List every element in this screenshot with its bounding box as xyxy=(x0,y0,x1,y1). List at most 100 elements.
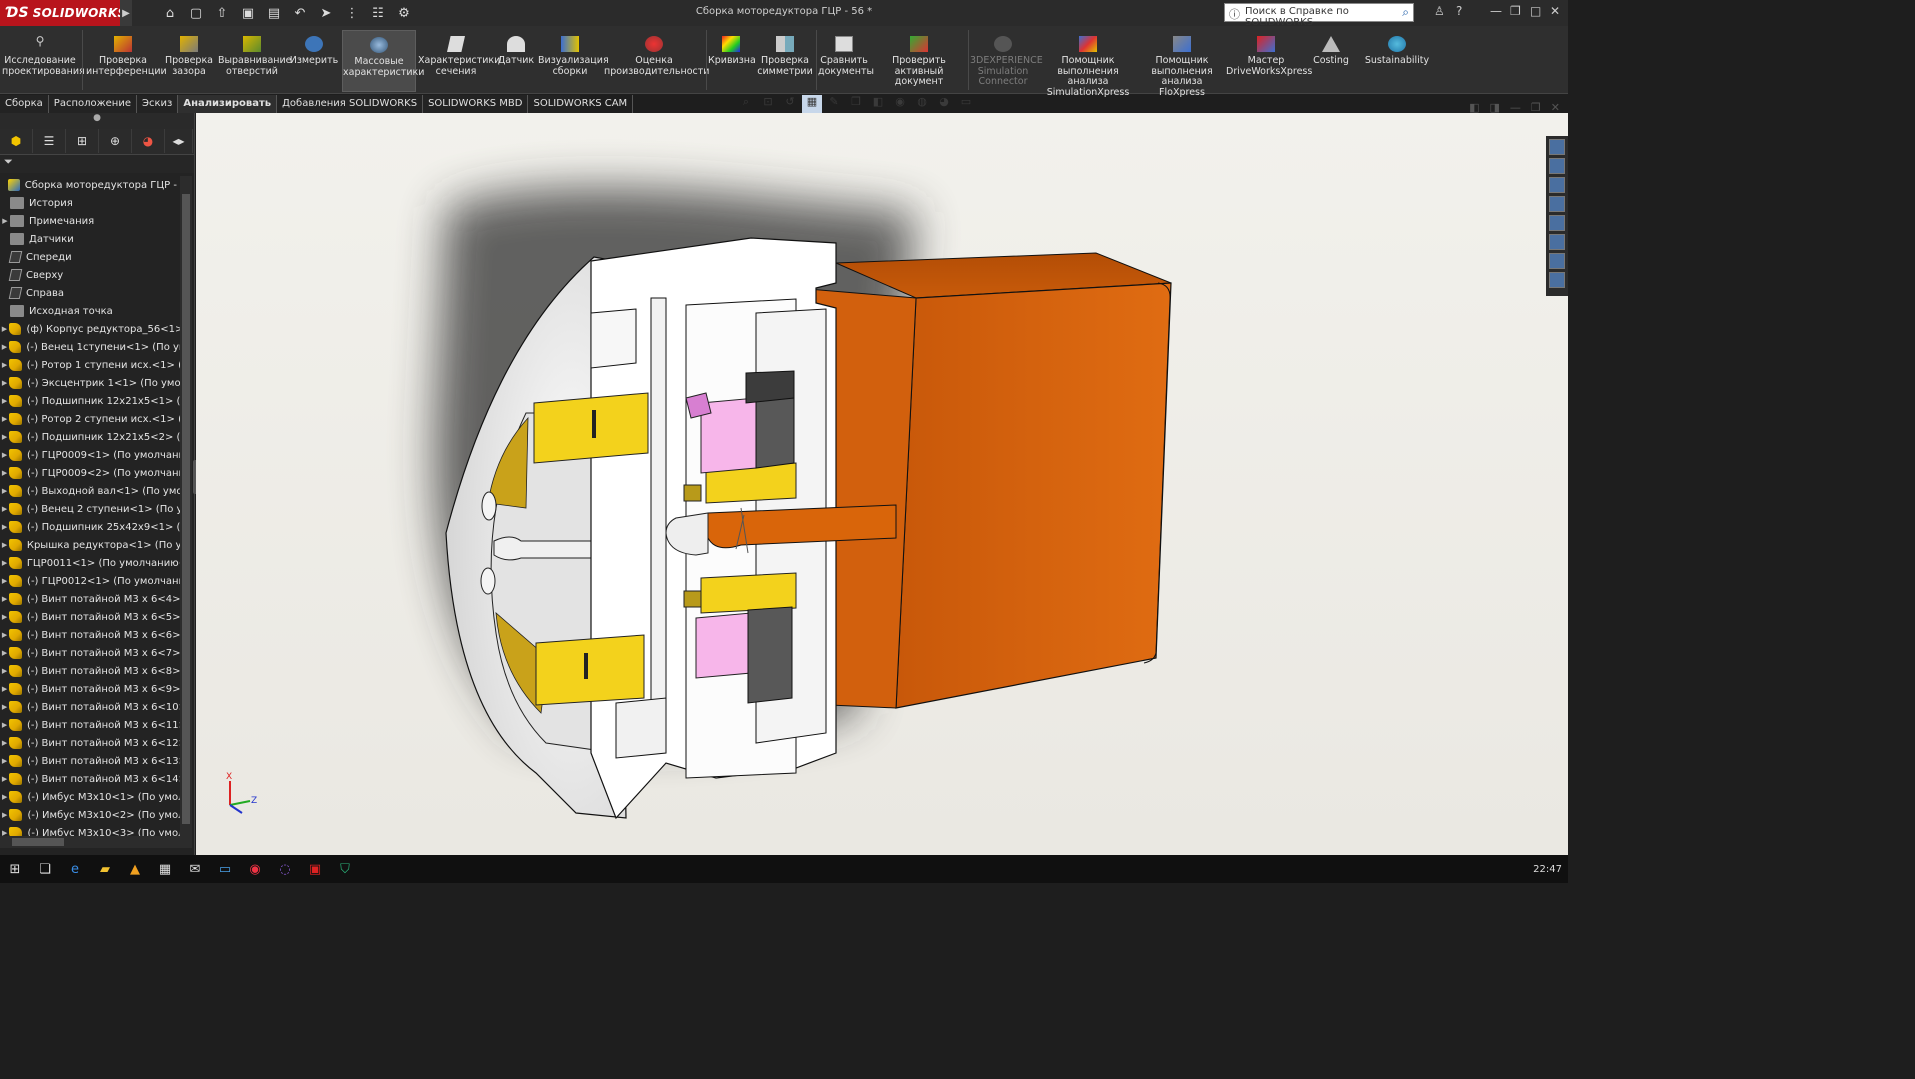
hide-show-items-icon[interactable]: ◉ xyxy=(890,95,910,113)
user-icon[interactable]: ♙ xyxy=(1434,4,1445,18)
cmd-assembly-visualization[interactable]: Визуализация сборки xyxy=(538,30,609,92)
tab-solidworks-addins[interactable]: Добавления SOLIDWORKS xyxy=(277,95,424,113)
cmd-symmetry-check[interactable]: Проверка симметрии xyxy=(756,30,814,92)
expand-arrow-icon[interactable]: ▶ xyxy=(0,595,9,603)
options-gear-icon[interactable]: ⚙ xyxy=(394,6,414,21)
expand-arrow-icon[interactable]: ▶ xyxy=(0,631,9,639)
minimize-window-icon[interactable]: — xyxy=(1490,4,1502,18)
tree-item[interactable]: ▶ (-) Ротор 2 ступени исх.<1> (По xyxy=(0,410,180,428)
motor-body[interactable] xyxy=(785,252,1172,709)
print-icon[interactable]: ▤ xyxy=(264,6,284,21)
doc-next-icon[interactable]: ◨ xyxy=(1490,101,1500,114)
tree-item[interactable]: ▶ (-) Винт потайной М3 х 6<5> (П xyxy=(0,608,180,626)
expand-arrow-icon[interactable]: ▶ xyxy=(0,793,9,801)
tree-item[interactable]: ▶ (-) Винт потайной М3 х 6<4> (П xyxy=(0,590,180,608)
undo-icon[interactable]: ↶ xyxy=(290,6,310,21)
tree-item[interactable]: История xyxy=(0,194,180,212)
expand-arrow-icon[interactable]: ▶ xyxy=(0,757,9,765)
expand-arrow-icon[interactable]: ▶ xyxy=(0,487,9,495)
tree-horizontal-scrollbar[interactable] xyxy=(0,836,192,848)
solidworks-taskbar-icon[interactable]: ▣ xyxy=(300,855,330,883)
tree-item[interactable]: ▶ (-) ГЦР0009<1> (По умолчанию xyxy=(0,446,180,464)
scrollbar-thumb[interactable] xyxy=(182,194,190,824)
close-window-icon[interactable]: ✕ xyxy=(1550,4,1560,18)
help-question-icon[interactable]: ? xyxy=(1456,4,1462,18)
tree-item[interactable]: ▶ (-) Подшипник 12x21x5<2> (По xyxy=(0,428,180,446)
task-view-icon[interactable]: ❏ xyxy=(30,855,60,883)
expand-arrow-icon[interactable]: ▶ xyxy=(0,703,9,711)
cmd-simulationxpress[interactable]: Помощник выполнения анализа SimulationXp… xyxy=(1038,30,1138,97)
expand-arrow-icon[interactable]: ▶ xyxy=(0,685,9,693)
display-style-icon[interactable]: ◧ xyxy=(868,95,888,113)
cmd-performance-evaluation[interactable]: Оценка производительности xyxy=(604,30,709,92)
tree-item[interactable]: ▶ Примечания xyxy=(0,212,180,230)
zoom-to-area-icon[interactable]: ⊡ xyxy=(758,95,778,113)
previous-view-icon[interactable]: ↺ xyxy=(780,95,800,113)
tree-item[interactable]: ▶ (-) Винт потайной М3 х 6<6> (П xyxy=(0,626,180,644)
tree-item[interactable]: ▶ (-) Венец 1ступени<1> (По умол xyxy=(0,338,180,356)
avast-icon[interactable]: ▲ xyxy=(120,855,150,883)
edit-appearance-icon[interactable]: ◍ xyxy=(912,95,932,113)
tree-item[interactable]: Датчики xyxy=(0,230,180,248)
expand-arrow-icon[interactable]: ▶ xyxy=(0,433,9,441)
tree-item[interactable]: ▶ (-) Винт потайной М3 х 6<13> ( xyxy=(0,752,180,770)
expand-arrow-icon[interactable]: ▶ xyxy=(0,541,9,549)
help-search-input[interactable]: ⓘ Поиск в Справке по SOLIDWORKS ⌕ xyxy=(1224,3,1414,28)
tree-item[interactable]: ▶ (-) Винт потайной М3 х 6<7> (П xyxy=(0,644,180,662)
expand-arrow-icon[interactable]: ▶ xyxy=(0,649,9,657)
cmd-measure[interactable]: Измерить xyxy=(288,30,340,92)
apply-scene-icon[interactable]: ◕ xyxy=(934,95,954,113)
calculator-icon[interactable]: ▦ xyxy=(150,855,180,883)
tab-solidworks-mbd[interactable]: SOLIDWORKS MBD xyxy=(423,95,529,113)
solidworks-logo[interactable]: ƊS SOLIDWORKS xyxy=(0,0,126,26)
tree-item[interactable]: ▶ (-) Эксцентрик 1<1> (По умолч xyxy=(0,374,180,392)
open-icon[interactable]: ⇧ xyxy=(212,6,232,21)
tab-layout[interactable]: Расположение xyxy=(49,95,137,113)
maximize-window-icon[interactable]: □ xyxy=(1530,4,1541,18)
tree-item[interactable]: ▶ (-) Винт потайной М3 х 6<11> ( xyxy=(0,716,180,734)
cmd-sensor[interactable]: Датчик xyxy=(496,30,536,92)
expand-arrow-icon[interactable]: ▶ xyxy=(0,721,9,729)
tab-solidworks-cam[interactable]: SOLIDWORKS CAM xyxy=(528,95,634,113)
tree-item[interactable]: ▶ (-) Ротор 1 ступени исх.<1> (По xyxy=(0,356,180,374)
cmd-costing[interactable]: Costing xyxy=(1308,30,1354,92)
property-manager-tab-icon[interactable]: ☰ xyxy=(33,129,66,153)
cmd-design-study[interactable]: ⚲ Исследование проектирования xyxy=(2,30,85,92)
tree-item[interactable]: ▶ (-) Винт потайной М3 х 6<8> (П xyxy=(0,662,180,680)
tree-item[interactable]: Спереди xyxy=(0,248,180,266)
expand-arrow-icon[interactable]: ▶ xyxy=(0,325,9,333)
tab-evaluate[interactable]: Анализировать xyxy=(178,95,278,113)
tree-root-assembly[interactable]: Сборка моторедуктора ГЦР - 56 (По xyxy=(0,176,180,194)
cmd-curvature[interactable]: Кривизна xyxy=(708,30,756,92)
expand-arrow-icon[interactable]: ▶ xyxy=(0,829,9,836)
tree-item[interactable]: ▶ (-) Выходной вал<1> (По умолч xyxy=(0,482,180,500)
expand-arrow-icon[interactable]: ▶ xyxy=(0,577,9,585)
cmd-3dexperience-connector[interactable]: 3DEXPERIENCE Simulation Connector xyxy=(970,30,1043,92)
home-icon[interactable]: ⌂ xyxy=(160,6,180,21)
expand-arrow-icon[interactable]: ▶ xyxy=(0,667,9,675)
tree-item[interactable]: ▶ (-) Венец 2 ступени<1> (По умо xyxy=(0,500,180,518)
start-icon[interactable]: ⊞ xyxy=(0,855,30,883)
solidworks-forum-icon[interactable] xyxy=(1549,253,1565,269)
doc-prev-icon[interactable]: ◧ xyxy=(1469,101,1479,114)
tab-sketch[interactable]: Эскиз xyxy=(137,95,179,113)
expand-arrow-icon[interactable]: ▶ xyxy=(0,523,9,531)
remote-desktop-icon[interactable]: ▭ xyxy=(210,855,240,883)
more-tabs-icon[interactable]: ◂▸ xyxy=(165,129,193,153)
tree-item[interactable]: ▶ ГЦР0011<1> (По умолчанию<< xyxy=(0,554,180,572)
appearances-icon[interactable] xyxy=(1549,215,1565,231)
model-view[interactable]: X Z xyxy=(196,113,1568,855)
solidworks-resources-icon[interactable] xyxy=(1549,139,1565,155)
tree-item[interactable]: ▶ (-) Подшипник 25x42x9<1> (По xyxy=(0,518,180,536)
expand-arrow-icon[interactable]: ▶ xyxy=(0,559,9,567)
file-properties-icon[interactable]: ☷ xyxy=(368,6,388,21)
expand-arrow-icon[interactable]: ▶ xyxy=(0,739,9,747)
cmd-interference[interactable]: Проверка интерференции xyxy=(86,30,167,92)
expand-arrow-icon[interactable]: ▶ xyxy=(0,505,9,513)
cmd-clearance[interactable]: Проверка зазора xyxy=(162,30,216,92)
search-icon[interactable]: ⌕ xyxy=(1402,5,1409,20)
expand-arrow-icon[interactable]: ▶ xyxy=(0,415,9,423)
tree-item[interactable]: ▶ (-) ГЦР0012<1> (По умолчанию xyxy=(0,572,180,590)
viber-icon[interactable]: ◌ xyxy=(270,855,300,883)
custom-properties-icon[interactable] xyxy=(1549,234,1565,250)
